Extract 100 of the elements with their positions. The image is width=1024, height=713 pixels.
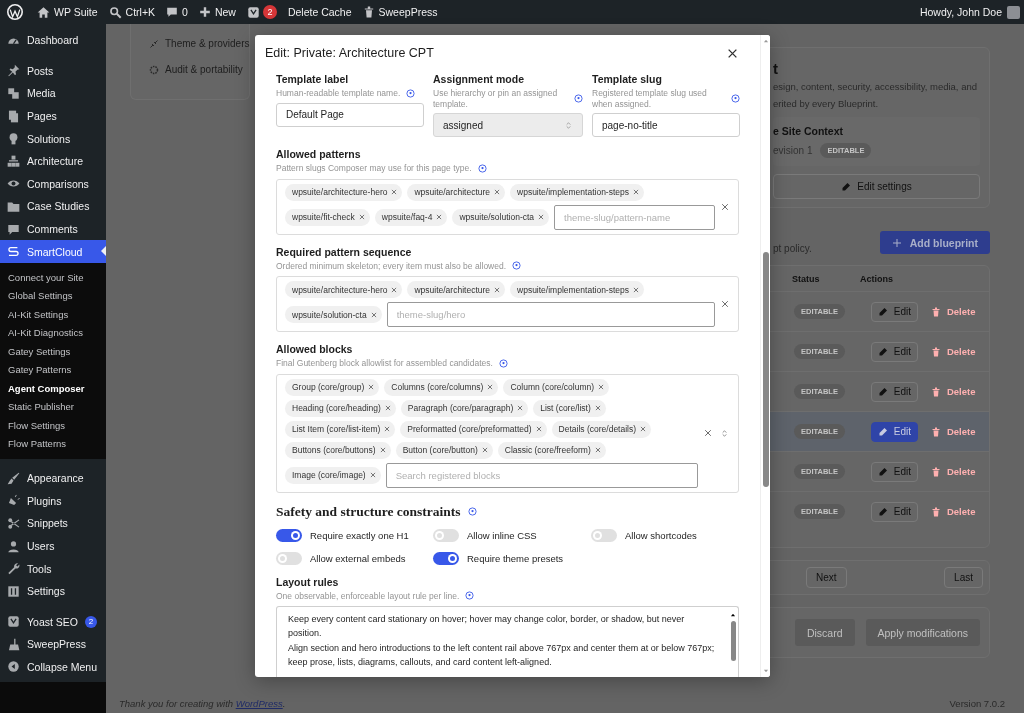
sidebar-item[interactable]: Case Studies: [0, 195, 106, 218]
sidebar-item[interactable]: SmartCloud: [0, 240, 106, 263]
sidebar-item[interactable]: Solutions: [0, 127, 106, 150]
sidebar-item[interactable]: Tools: [0, 557, 106, 580]
toggle-switch[interactable]: [276, 551, 302, 565]
submenu-item[interactable]: Gatey Patterns: [0, 360, 106, 379]
sidebar-item[interactable]: Users: [0, 534, 106, 558]
pencil-icon: [877, 386, 888, 397]
comments-link[interactable]: 0: [166, 6, 188, 18]
trash-icon: [930, 426, 941, 437]
toolbar-link[interactable]: SweepPress: [362, 6, 438, 18]
help-icon: [498, 358, 508, 368]
sidebar-item[interactable]: Snippets: [0, 512, 106, 535]
submenu-item[interactable]: Gatey Settings: [0, 341, 106, 361]
remove-icon[interactable]: [481, 447, 488, 453]
sidebar-item[interactable]: Appearance: [0, 466, 106, 490]
tag-field[interactable]: wpsuite/architecture-hero wpsuite/architecture wpsuite/implementation-steps wpsuite/solution-cta theme-slug/hero: [276, 276, 739, 332]
remove-icon[interactable]: [487, 384, 494, 390]
comment-icon: [7, 222, 20, 236]
input-field[interactable]: Default Page: [276, 102, 424, 127]
remove-icon[interactable]: [379, 447, 386, 453]
clear-icon[interactable]: [721, 202, 729, 211]
sidebar-item[interactable]: Yoast SEO 2: [0, 610, 106, 634]
submenu-item[interactable]: Static Publisher: [0, 397, 106, 416]
site-link[interactable]: WP Suite: [37, 5, 98, 19]
sidebar-item[interactable]: Media: [0, 82, 106, 105]
sidebar-item[interactable]: Comments: [0, 217, 106, 241]
clear-icon[interactable]: [704, 429, 712, 437]
sidebar-item[interactable]: Comparisons: [0, 172, 106, 196]
remove-icon[interactable]: [370, 311, 377, 318]
sidebar-item[interactable]: Architecture: [0, 149, 106, 173]
submenu-item[interactable]: AI-Kit Diagnostics: [0, 323, 106, 342]
remove-icon[interactable]: [384, 426, 391, 432]
remove-icon[interactable]: [517, 405, 524, 411]
tag-chip: Columns (core/columns): [384, 378, 499, 396]
field-label: Required pattern sequence: [276, 245, 413, 258]
field-hint: Ordered minimum skeleton; every item must also be allowed.: [276, 260, 507, 271]
submenu-item[interactable]: Connect your Site: [0, 267, 106, 287]
remove-icon[interactable]: [594, 405, 601, 411]
tag-chip: Preformatted (core/preformatted): [400, 420, 547, 438]
add-blueprint-button[interactable]: Add blueprint: [879, 231, 990, 254]
tag-input[interactable]: theme-slug/hero: [386, 302, 715, 327]
submenu-item[interactable]: Agent Composer: [0, 378, 106, 398]
toggle-switch[interactable]: [433, 551, 459, 565]
tag-chip: wpsuite/implementation-steps: [510, 183, 644, 201]
submenu-item[interactable]: Global Settings: [0, 286, 106, 305]
remove-icon[interactable]: [436, 214, 443, 220]
trash-icon: [930, 466, 941, 477]
home-icon: [37, 5, 50, 19]
sidebar-item[interactable]: Posts: [0, 59, 106, 83]
sidebar-item[interactable]: Settings: [0, 579, 106, 603]
tag-input[interactable]: theme-slug/pattern-name: [554, 204, 715, 230]
tag-chip: Column (core/column): [503, 378, 610, 396]
remove-icon[interactable]: [494, 286, 501, 293]
trash-icon: [930, 386, 941, 397]
remove-icon[interactable]: [391, 286, 398, 293]
remove-icon[interactable]: [633, 286, 639, 293]
edit-button[interactable]: Edit: [870, 421, 918, 442]
toggle-switch[interactable]: [276, 528, 302, 542]
close-icon[interactable]: [727, 47, 738, 59]
remove-icon[interactable]: [358, 214, 365, 220]
input-field[interactable]: page-no-title: [592, 113, 740, 137]
submenu-item[interactable]: Flow Patterns: [0, 434, 106, 453]
chevron-updown-icon[interactable]: [720, 428, 729, 438]
submenu-item[interactable]: AI-Kit Settings: [0, 304, 106, 324]
sidebar-item[interactable]: Pages: [0, 104, 106, 128]
remove-icon[interactable]: [538, 214, 545, 220]
remove-icon[interactable]: [368, 384, 375, 390]
search-link[interactable]: Ctrl+K: [108, 5, 156, 19]
toolbar-link[interactable]: Delete Cache: [287, 6, 352, 18]
sidebar-item[interactable]: SweepPress: [0, 633, 106, 656]
submenu-item[interactable]: Flow Settings: [0, 415, 106, 435]
new-link[interactable]: New: [198, 6, 236, 18]
comment-icon: [166, 6, 179, 18]
tag-input[interactable]: Search registered blocks: [385, 462, 698, 488]
remove-icon[interactable]: [391, 189, 398, 195]
scrollbar[interactable]: [760, 35, 770, 677]
remove-icon[interactable]: [494, 189, 501, 195]
toggle-switch[interactable]: [433, 528, 459, 542]
account-menu[interactable]: Howdy, John Doe: [919, 5, 1020, 19]
tag-field[interactable]: [276, 373, 739, 493]
sidebar-item[interactable]: Plugins: [0, 489, 106, 513]
dialog-title: Edit: Private: Architecture CPT: [265, 46, 434, 60]
logo-icon[interactable]: [246, 5, 260, 19]
trash-icon: [930, 306, 941, 317]
remove-icon[interactable]: [369, 472, 376, 478]
remove-icon[interactable]: [384, 405, 391, 411]
context-title: e Site Context: [773, 125, 844, 137]
remove-icon[interactable]: [640, 426, 647, 432]
toggle-switch[interactable]: [591, 528, 617, 542]
clear-icon[interactable]: [721, 300, 729, 308]
layout-rules-field[interactable]: Keep every content card stationary on hover; hover may change color, border, or shadow, but never position. Align section and hero introductions to the left content rail above 767px and center them at or below 767px; keep prose, lists, diagrams, callouts, and card content left-aligned.: [276, 606, 739, 677]
remove-icon[interactable]: [594, 447, 601, 453]
remove-icon[interactable]: [535, 426, 542, 432]
sidebar-item[interactable]: Collapse Menu: [0, 655, 106, 679]
tag-field[interactable]: wpsuite/architecture-hero wpsuite/architecture wpsuite/implementation-steps wpsuite/fit-check wpsuite/faq-4 wpsuite/solution-cta theme-slug/pattern-name: [276, 178, 739, 235]
sidebar-item[interactable]: Dashboard: [0, 29, 106, 52]
remove-icon[interactable]: [633, 189, 639, 195]
logo-icon[interactable]: [7, 4, 23, 20]
remove-icon[interactable]: [598, 384, 605, 390]
